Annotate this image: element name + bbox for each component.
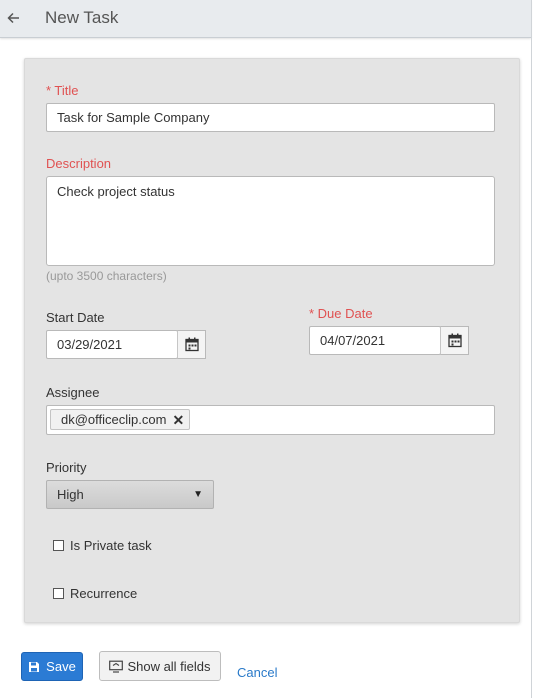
- description-label: Description: [46, 156, 112, 171]
- private-task-checkbox-row[interactable]: Is Private task: [53, 538, 152, 553]
- remove-chip-icon[interactable]: ✕: [172, 413, 184, 427]
- assignee-chip: dk@officeclip.com ✕: [50, 409, 191, 430]
- show-all-fields-label: Show all fields: [127, 658, 211, 674]
- back-arrow-icon[interactable]: [5, 9, 23, 27]
- private-task-label: Is Private task: [70, 538, 152, 553]
- assignee-chip-label: dk@officeclip.com: [61, 412, 167, 427]
- priority-label: Priority: [46, 460, 87, 475]
- priority-selected-value: High: [57, 487, 84, 502]
- dropdown-arrow-icon: ▼: [193, 489, 203, 500]
- priority-select[interactable]: High ▼: [46, 480, 214, 509]
- assignee-multiselect[interactable]: dk@officeclip.com ✕: [46, 405, 495, 435]
- assignee-label: Assignee: [46, 385, 100, 400]
- description-hint: (upto 3500 characters): [46, 269, 167, 283]
- start-date-label: Start Date: [46, 310, 105, 325]
- page-title: New Task: [45, 8, 119, 27]
- private-task-checkbox[interactable]: [53, 540, 64, 551]
- right-divider: [531, 0, 532, 698]
- due-date-label: * Due Date: [309, 306, 373, 321]
- show-all-fields-button[interactable]: Show all fields: [99, 651, 221, 681]
- page-header: New Task: [0, 0, 531, 38]
- cancel-link[interactable]: Cancel: [237, 665, 277, 680]
- save-disk-icon: [29, 661, 40, 672]
- start-date-input[interactable]: [46, 330, 178, 359]
- save-button[interactable]: Save: [21, 652, 83, 681]
- due-date-calendar-icon[interactable]: [440, 326, 469, 355]
- start-date-calendar-icon[interactable]: [177, 330, 206, 359]
- recurrence-label: Recurrence: [70, 586, 138, 601]
- recurrence-checkbox[interactable]: [53, 588, 64, 599]
- title-label: * Title: [46, 83, 79, 98]
- title-input[interactable]: [46, 103, 495, 132]
- recurrence-checkbox-row[interactable]: Recurrence: [53, 586, 137, 601]
- due-date-input[interactable]: [309, 326, 441, 355]
- save-button-label: Save: [46, 659, 76, 674]
- description-textarea[interactable]: Check project status: [46, 176, 495, 266]
- task-form-card: * Title Description Check project status…: [24, 58, 520, 623]
- show-fields-icon: [109, 660, 124, 673]
